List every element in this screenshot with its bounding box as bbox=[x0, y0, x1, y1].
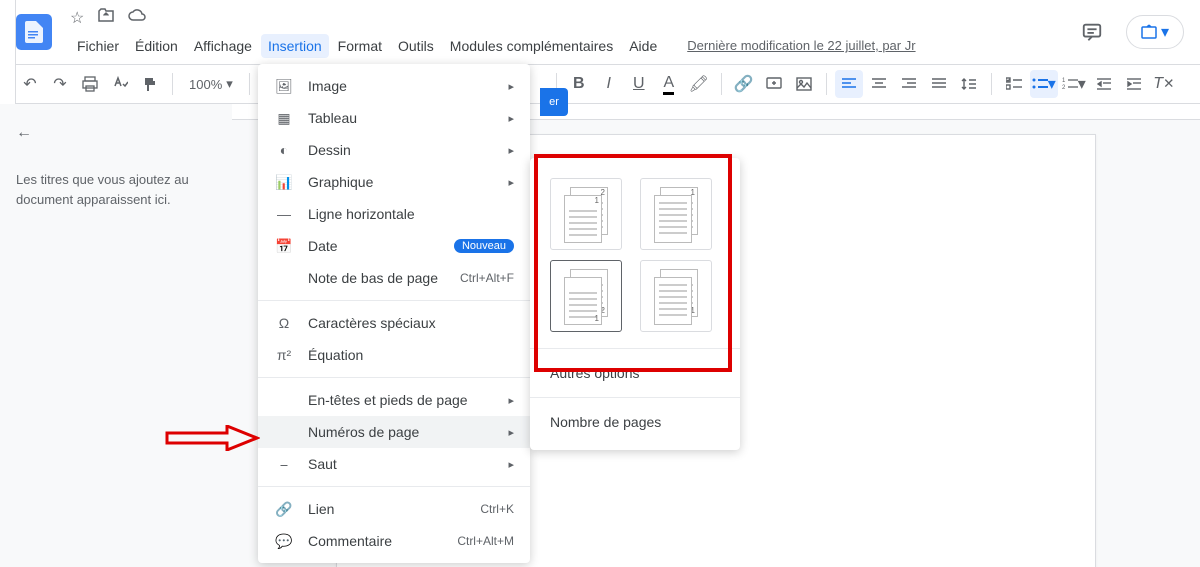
italic-button[interactable]: I bbox=[595, 70, 623, 98]
menu-addons[interactable]: Modules complémentaires bbox=[443, 34, 620, 58]
drawing-icon: ◐ bbox=[274, 142, 294, 158]
pagenum-opt-footer-skip[interactable]: 1 bbox=[640, 260, 712, 332]
redo-button[interactable]: ↷ bbox=[46, 70, 74, 98]
docs-logo[interactable] bbox=[16, 14, 52, 50]
menu-item-headers[interactable]: En-têtes et pieds de page▸ bbox=[258, 384, 530, 416]
menu-item-break[interactable]: ⎯Saut▸ bbox=[258, 448, 530, 480]
menu-item-image[interactable]: 🖼Image▸ bbox=[258, 70, 530, 102]
increase-indent-button[interactable] bbox=[1120, 70, 1148, 98]
paint-format-button[interactable] bbox=[136, 70, 164, 98]
align-center-button[interactable] bbox=[865, 70, 893, 98]
back-arrow-icon[interactable]: ← bbox=[16, 124, 216, 142]
calendar-icon: 📅 bbox=[274, 238, 294, 255]
format-ghost: er bbox=[540, 88, 568, 116]
menu-item-drawing[interactable]: ◐Dessin▸ bbox=[258, 134, 530, 166]
menu-item-page-numbers[interactable]: Numéros de page▸ bbox=[258, 416, 530, 448]
table-icon: ▦ bbox=[274, 110, 294, 127]
menu-tools[interactable]: Outils bbox=[391, 34, 441, 58]
last-modified-link[interactable]: Dernière modification le 22 juillet, par… bbox=[680, 34, 922, 58]
decrease-indent-button[interactable] bbox=[1090, 70, 1118, 98]
menu-item-footnote[interactable]: Note de bas de pageCtrl+Alt+F bbox=[258, 262, 530, 294]
outline-hint-text: Les titres que vous ajoutez au document … bbox=[16, 170, 216, 209]
print-button[interactable] bbox=[76, 70, 104, 98]
menu-item-hr[interactable]: ―Ligne horizontale bbox=[258, 198, 530, 230]
chart-icon: 📊 bbox=[274, 174, 294, 191]
zoom-select[interactable]: 100% ▾ bbox=[181, 76, 241, 92]
align-justify-button[interactable] bbox=[925, 70, 953, 98]
pi-icon: π² bbox=[274, 347, 294, 363]
submenu-other-options[interactable]: Autres options bbox=[530, 355, 740, 391]
spellcheck-button[interactable] bbox=[106, 70, 134, 98]
menu-item-chart[interactable]: 📊Graphique▸ bbox=[258, 166, 530, 198]
toolbar: ↶ ↷ 100% ▾ B I U A 🖍 🔗 ▾ 12 ▾ T✕ bbox=[0, 64, 1200, 104]
menu-edit[interactable]: Édition bbox=[128, 34, 185, 58]
bullet-list-button[interactable]: ▾ bbox=[1030, 70, 1058, 98]
menu-help[interactable]: Aide bbox=[622, 34, 664, 58]
numbered-list-button[interactable]: 12 ▾ bbox=[1060, 70, 1088, 98]
comment-history-icon[interactable] bbox=[1074, 14, 1110, 50]
underline-button[interactable]: U bbox=[625, 70, 653, 98]
menu-item-link[interactable]: 🔗LienCtrl+K bbox=[258, 493, 530, 525]
menu-insert[interactable]: Insertion bbox=[261, 34, 329, 58]
bold-button[interactable]: B bbox=[565, 70, 593, 98]
text-color-button[interactable]: A bbox=[655, 70, 683, 98]
insert-menu-dropdown: 🖼Image▸ ▦Tableau▸ ◐Dessin▸ 📊Graphique▸ ―… bbox=[258, 64, 530, 563]
checklist-button[interactable] bbox=[1000, 70, 1028, 98]
menu-view[interactable]: Affichage bbox=[187, 34, 259, 58]
comment-icon: 💬 bbox=[274, 533, 294, 550]
insert-link-button[interactable]: 🔗 bbox=[730, 70, 758, 98]
image-icon: 🖼 bbox=[274, 78, 294, 95]
menu-file[interactable]: Fichier bbox=[70, 34, 126, 58]
pagenum-opt-header-skip[interactable]: 1 bbox=[640, 178, 712, 250]
outline-sidebar: ← Les titres que vous ajoutez au documen… bbox=[0, 104, 232, 567]
pagenum-opt-footer-all[interactable]: 21 bbox=[550, 260, 622, 332]
submenu-page-count[interactable]: Nombre de pages bbox=[530, 404, 740, 440]
menu-item-date[interactable]: 📅DateNouveau bbox=[258, 230, 530, 262]
menu-format[interactable]: Format bbox=[331, 34, 389, 58]
align-left-button[interactable] bbox=[835, 70, 863, 98]
align-right-button[interactable] bbox=[895, 70, 923, 98]
insert-image-button[interactable] bbox=[790, 70, 818, 98]
clear-format-button[interactable]: T✕ bbox=[1150, 70, 1178, 98]
pagenum-opt-header-all[interactable]: 21 bbox=[550, 178, 622, 250]
page-numbers-submenu: 21 1 21 1 Autres options Nombre de pages bbox=[530, 158, 740, 450]
hr-icon: ― bbox=[274, 206, 294, 222]
star-icon[interactable]: ☆ bbox=[70, 8, 84, 28]
break-icon: ⎯ bbox=[274, 456, 294, 473]
present-button[interactable]: ▾ bbox=[1126, 15, 1184, 49]
line-spacing-button[interactable] bbox=[955, 70, 983, 98]
move-icon[interactable] bbox=[98, 8, 114, 28]
link-icon: 🔗 bbox=[274, 501, 294, 518]
cloud-status-icon[interactable] bbox=[128, 8, 146, 28]
omega-icon: Ω bbox=[274, 315, 294, 331]
menu-item-equation[interactable]: π²Équation bbox=[258, 339, 530, 371]
undo-button[interactable]: ↶ bbox=[16, 70, 44, 98]
add-comment-button[interactable] bbox=[760, 70, 788, 98]
svg-text:1: 1 bbox=[1062, 78, 1066, 84]
highlight-button[interactable]: 🖍 bbox=[685, 70, 713, 98]
menu-item-comment[interactable]: 💬CommentaireCtrl+Alt+M bbox=[258, 525, 530, 557]
svg-text:2: 2 bbox=[1062, 85, 1066, 91]
menu-item-special-chars[interactable]: ΩCaractères spéciaux bbox=[258, 307, 530, 339]
menu-item-table[interactable]: ▦Tableau▸ bbox=[258, 102, 530, 134]
